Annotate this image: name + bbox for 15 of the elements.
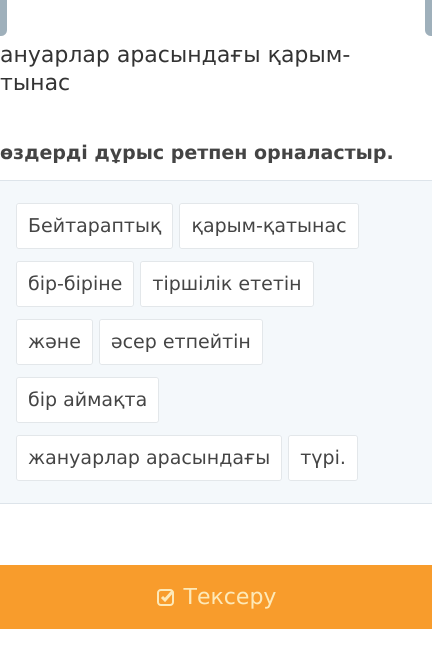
word-chip[interactable]: қарым-қатынас — [179, 203, 359, 249]
question-title: ануарлар арасындағы қарым- — [0, 42, 352, 70]
word-chip[interactable]: Бейтараптық — [16, 203, 174, 249]
word-chip[interactable]: әсер етпейтін — [98, 319, 263, 365]
word-chip[interactable]: бір аймақта — [16, 377, 160, 423]
word-chip[interactable]: бір-біріне — [16, 261, 134, 307]
panel-edge — [0, 0, 7, 36]
word-chip[interactable]: түрі. — [288, 435, 358, 481]
question-title: тынас — [0, 70, 72, 98]
panel-edge — [425, 0, 432, 36]
checkbox-icon — [156, 587, 176, 607]
word-chip[interactable]: тіршілік ететін — [140, 261, 314, 307]
word-chip[interactable]: және — [16, 319, 93, 365]
word-chip[interactable]: жануарлар арасындағы — [16, 435, 282, 481]
instruction-text: өздерді дұрыс ретпен орналастыр. — [0, 142, 395, 164]
